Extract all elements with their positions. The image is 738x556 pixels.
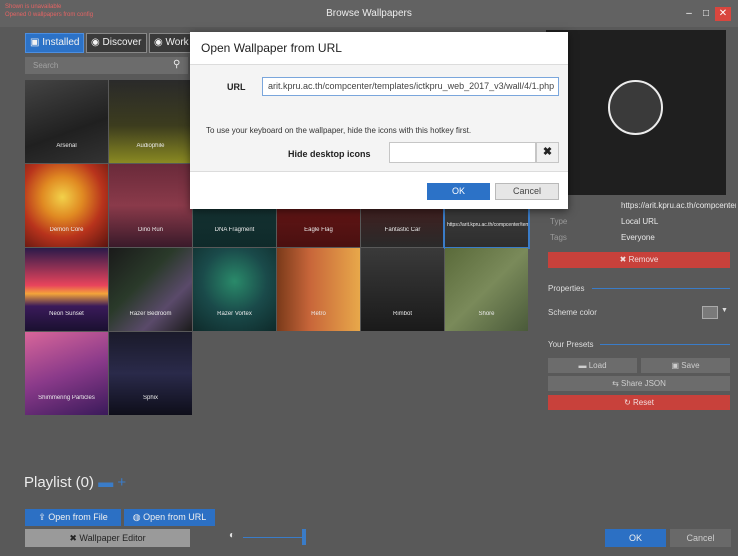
dialog-title: Open Wallpaper from URL: [201, 41, 342, 55]
wallpaper-label: Retro: [311, 311, 326, 317]
playlist-label: Playlist (0): [24, 474, 95, 491]
wallpaper-editor-label: Wallpaper Editor: [79, 533, 146, 543]
wallpaper-thumb[interactable]: Retro: [277, 248, 360, 331]
share-icon: ⇆: [612, 379, 619, 388]
wallpaper-label: Razer Vortex: [217, 311, 252, 317]
wallpaper-thumb[interactable]: Demon Core: [25, 164, 108, 247]
details-type-key: Type: [550, 217, 568, 226]
volume-slider-track[interactable]: [243, 537, 305, 538]
wallpaper-thumb[interactable]: Razer Bedroom: [109, 248, 192, 331]
reset-label: Reset: [633, 398, 654, 407]
presets-heading: Your Presets: [548, 340, 594, 349]
warning-line-2: Opened 0 wallpapers from config: [5, 12, 94, 18]
properties-divider: [592, 288, 730, 289]
dialog-cancel-button[interactable]: Cancel: [495, 183, 559, 200]
dialog-ok-button[interactable]: OK: [427, 183, 490, 200]
chevron-down-icon[interactable]: ▼: [721, 307, 728, 314]
scheme-color-swatch[interactable]: [702, 306, 718, 319]
volume-slider-handle[interactable]: [302, 529, 306, 545]
ok-button[interactable]: OK: [605, 529, 666, 547]
wallpaper-thumb[interactable]: Neon Sunset: [25, 248, 108, 331]
reset-button[interactable]: ↻ Reset: [548, 395, 730, 410]
brightness-icon: ◐: [229, 530, 236, 541]
folder-icon: ▣: [30, 37, 40, 48]
warning-text: Shown is unavailable Opened 0 wallpapers…: [5, 3, 93, 19]
wallpaper-editor-button[interactable]: ✖ Wallpaper Editor: [25, 529, 190, 547]
open-from-url-button[interactable]: ◍ Open from URL: [124, 509, 215, 526]
hide-desktop-icons-label: Hide desktop icons: [288, 149, 371, 159]
wallpaper-label: Sphix: [142, 395, 158, 401]
folder-icon: ▬: [578, 361, 587, 370]
wallpaper-label: Eagle Flag: [304, 227, 333, 233]
open-from-file-button[interactable]: ⇪ Open from File: [25, 509, 121, 526]
details-tags-value: Everyone: [621, 233, 655, 242]
compass-icon: ◉: [91, 37, 100, 48]
share-json-button[interactable]: ⇆ Share JSON: [548, 376, 730, 391]
maximize-button[interactable]: □: [698, 7, 714, 21]
scheme-color-label: Scheme color: [548, 308, 597, 317]
presets-divider: [600, 344, 730, 345]
hotkey-hint: To use your keyboard on the wallpaper, h…: [206, 126, 472, 135]
globe-icon: [608, 80, 663, 135]
plus-icon[interactable]: +: [117, 474, 126, 491]
url-label: URL: [227, 82, 246, 92]
warning-line-1: Shown is unavailable: [5, 4, 62, 10]
wallpaper-thumb[interactable]: Dino Run: [109, 164, 192, 247]
wallpaper-label: Demon Core: [49, 227, 84, 233]
clear-hotkey-button[interactable]: ✖: [536, 142, 559, 163]
folder-icon[interactable]: ▬: [98, 474, 113, 491]
tab-installed-label: Installed: [42, 37, 80, 48]
wallpaper-label: Neon Sunset: [49, 311, 84, 317]
wallpaper-label: DNA Fragment: [214, 227, 255, 233]
load-preset-button[interactable]: ▬ Load: [548, 358, 637, 373]
wallpaper-label: Rimbot: [392, 311, 412, 317]
details-url: https://arit.kpru.ac.th/compcenter: [621, 201, 736, 210]
open-from-url-label: Open from URL: [143, 512, 207, 522]
save-preset-label: Save: [681, 361, 700, 370]
wallpaper-label: https://arit.kpru.ac.th/compcenter/templ…: [447, 222, 528, 228]
playlist-heading: Playlist (0) ▬ +: [24, 474, 126, 491]
wallpaper-thumb[interactable]: Arsenal: [25, 80, 108, 163]
wallpaper-label: Fantastic Car: [384, 227, 421, 233]
details-type-value: Local URL: [621, 217, 659, 226]
window-title: Browse Wallpapers: [326, 8, 412, 19]
wallpaper-thumb[interactable]: Razer Vortex: [193, 248, 276, 331]
save-preset-button[interactable]: ▣ Save: [641, 358, 730, 373]
wallpaper-thumb[interactable]: Shore: [445, 248, 528, 331]
url-input[interactable]: arit.kpru.ac.th/compcenter/templates/ict…: [262, 77, 559, 96]
close-window-button[interactable]: ✕: [715, 7, 731, 21]
tab-discover-label: Discover: [102, 37, 142, 48]
search-input[interactable]: Search: [25, 57, 188, 74]
wallpaper-label: Arsenal: [56, 143, 77, 149]
wallpaper-thumb[interactable]: Sphix: [109, 332, 192, 415]
wallpaper-label: Shimmering Particles: [38, 395, 95, 401]
tab-discover[interactable]: ◉ Discover: [86, 33, 147, 53]
wallpaper-thumb[interactable]: Shimmering Particles: [25, 332, 108, 415]
search-icon[interactable]: ⚲: [173, 59, 180, 70]
load-preset-label: Load: [588, 361, 607, 370]
steam-icon: ◉: [154, 37, 163, 48]
wallpaper-label: Razer Bedroom: [129, 311, 172, 317]
wallpaper-label: Shore: [478, 311, 495, 317]
globe-icon: ◍: [132, 512, 141, 522]
wallpaper-thumb[interactable]: Audiophile: [109, 80, 192, 163]
tools-icon: ✖: [69, 533, 77, 543]
hotkey-input[interactable]: [389, 142, 536, 163]
wallpaper-thumb[interactable]: Rimbot: [361, 248, 444, 331]
share-json-label: Share JSON: [621, 379, 666, 388]
details-tags-key: Tags: [550, 233, 567, 242]
minimize-button[interactable]: –: [681, 7, 697, 21]
properties-heading: Properties: [548, 284, 585, 293]
save-icon: ▣: [671, 361, 680, 370]
tab-workshop[interactable]: ◉ Work: [149, 33, 191, 53]
cancel-button[interactable]: Cancel: [670, 529, 731, 547]
wallpaper-label: Dino Run: [137, 227, 163, 233]
open-from-file-label: Open from File: [48, 512, 108, 522]
tab-installed[interactable]: ▣ Installed: [25, 33, 84, 53]
reset-icon: ↻: [624, 398, 631, 407]
wallpaper-label: Audiophile: [136, 143, 165, 149]
remove-button[interactable]: ✖ Remove: [548, 252, 730, 268]
upload-icon: ⇪: [38, 512, 46, 522]
tab-workshop-label: Work: [165, 37, 189, 48]
